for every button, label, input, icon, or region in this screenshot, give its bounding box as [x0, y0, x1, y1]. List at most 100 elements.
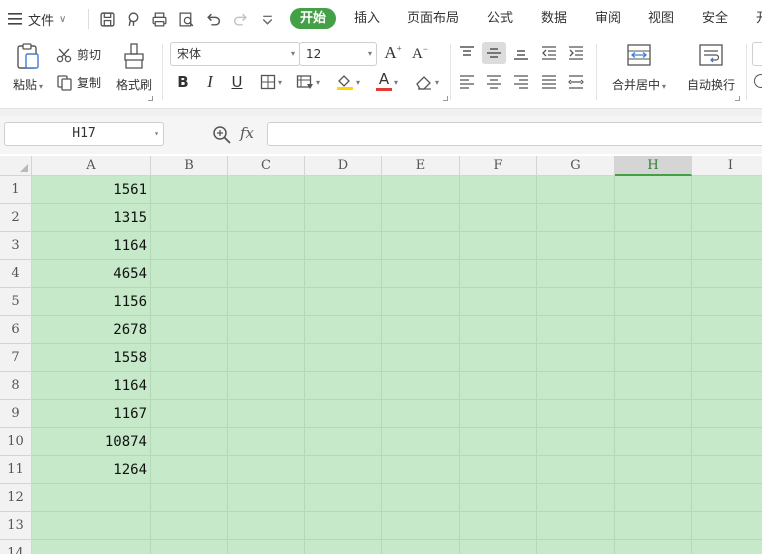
row-header-11[interactable]: 11: [0, 456, 32, 484]
formula-input[interactable]: [267, 122, 762, 146]
tab-review[interactable]: 审阅: [595, 10, 621, 28]
cell-a7[interactable]: 1558: [32, 344, 150, 372]
row-header-8[interactable]: 8: [0, 372, 32, 400]
justify-button[interactable]: [537, 71, 561, 93]
outdent-icon: [542, 46, 556, 60]
row-header-10[interactable]: 10: [0, 428, 32, 456]
row-header-5[interactable]: 5: [0, 288, 32, 316]
tab-formulas[interactable]: 公式: [487, 10, 513, 28]
align-top-button[interactable]: [455, 42, 479, 64]
merge-center-button[interactable]: 合并居中 ▾: [606, 42, 672, 93]
row-header-1[interactable]: 1: [0, 176, 32, 204]
align-left-button[interactable]: [455, 71, 479, 93]
row-header-7[interactable]: 7: [0, 344, 32, 372]
print-preview-icon[interactable]: [175, 8, 197, 30]
row-header-3[interactable]: 3: [0, 232, 32, 260]
column-header-h[interactable]: H: [615, 156, 692, 176]
wrap-text-button[interactable]: 自动换行: [680, 42, 742, 93]
alignment-group-launcher[interactable]: [735, 96, 740, 101]
cell-a10[interactable]: 10874: [32, 428, 150, 456]
currency-icon[interactable]: [754, 74, 762, 88]
align-right-icon: [514, 75, 528, 89]
row-header-13[interactable]: 13: [0, 512, 32, 540]
tab-developer[interactable]: 开: [756, 10, 762, 28]
row-header-12[interactable]: 12: [0, 484, 32, 512]
name-box[interactable]: H17 ▾: [4, 122, 164, 146]
column-header-a[interactable]: A: [32, 156, 151, 176]
tab-security[interactable]: 安全: [702, 10, 728, 28]
cell-a2[interactable]: 1315: [32, 204, 150, 232]
column-header-i[interactable]: I: [692, 156, 762, 176]
column-header-b[interactable]: B: [151, 156, 228, 176]
decrease-indent-button[interactable]: [537, 42, 561, 64]
column-header-g[interactable]: G: [537, 156, 615, 176]
align-bottom-button[interactable]: [509, 42, 533, 64]
borders-button[interactable]: ▾: [254, 71, 288, 93]
copy-button[interactable]: 复制: [56, 74, 101, 91]
italic-button[interactable]: I: [198, 71, 222, 93]
tab-data[interactable]: 数据: [541, 10, 567, 28]
underline-button[interactable]: U: [225, 71, 249, 93]
clear-format-button[interactable]: ▾: [410, 71, 444, 93]
spreadsheet-grid[interactable]: A B C D E F G H I 1 2 3 4 5 6 7 8 9 10 11 12 13 14 1561 1315 1164…: [0, 156, 762, 554]
select-all-button[interactable]: [0, 156, 32, 176]
font-group-launcher[interactable]: [443, 96, 448, 101]
row-header-2[interactable]: 2: [0, 204, 32, 232]
paste-label: 粘贴: [12, 78, 37, 92]
decrease-font-size-button[interactable]: A−: [408, 42, 432, 64]
cell-style-button[interactable]: ▾: [291, 71, 325, 93]
customize-toolbar-icon[interactable]: [256, 8, 278, 30]
copy-icon: [57, 74, 72, 91]
column-gridline: [227, 176, 228, 554]
row-header-6[interactable]: 6: [0, 316, 32, 344]
increase-indent-button[interactable]: [564, 42, 588, 64]
font-name-select[interactable]: 宋体 ▾: [170, 42, 300, 66]
insert-function-button[interactable]: fx: [240, 124, 254, 142]
cell-a5[interactable]: 1156: [32, 288, 150, 316]
cell-a3[interactable]: 1164: [32, 232, 150, 260]
decrease-font-icon: A−: [412, 43, 428, 62]
clipboard-group-launcher[interactable]: [148, 96, 153, 101]
number-format-select[interactable]: [752, 42, 762, 66]
tab-view[interactable]: 视图: [648, 10, 674, 28]
column-header-e[interactable]: E: [382, 156, 460, 176]
column-header-f[interactable]: F: [460, 156, 537, 176]
cell-a1[interactable]: 1561: [32, 176, 150, 204]
cell-a6[interactable]: 2678: [32, 316, 150, 344]
column-gridline: [150, 176, 151, 554]
font-size-select[interactable]: 12 ▾: [299, 42, 377, 66]
align-left-icon: [460, 75, 474, 89]
cell-a8[interactable]: 1164: [32, 372, 150, 400]
tab-page-layout[interactable]: 页面布局: [407, 10, 459, 28]
zoom-formula-icon[interactable]: [212, 125, 232, 145]
cell-a9[interactable]: 1167: [32, 400, 150, 428]
tab-home[interactable]: 开始: [290, 8, 337, 29]
column-header-d[interactable]: D: [305, 156, 382, 176]
distributed-icon: [568, 75, 584, 89]
paste-button[interactable]: 粘贴 ▾: [8, 42, 48, 93]
redo-icon[interactable]: [229, 8, 251, 30]
fill-color-button[interactable]: ▾: [331, 71, 365, 93]
row-header-4[interactable]: 4: [0, 260, 32, 288]
tab-insert[interactable]: 插入: [354, 10, 380, 28]
column-header-c[interactable]: C: [228, 156, 305, 176]
align-right-button[interactable]: [509, 71, 533, 93]
export-pdf-icon[interactable]: [122, 8, 144, 30]
save-icon[interactable]: [96, 8, 118, 30]
row-header-14[interactable]: 14: [0, 540, 32, 554]
distributed-align-button[interactable]: [564, 71, 588, 93]
align-center-button[interactable]: [482, 71, 506, 93]
format-painter-button[interactable]: 格式刷: [112, 42, 156, 93]
bold-button[interactable]: B: [171, 71, 195, 93]
row-header-9[interactable]: 9: [0, 400, 32, 428]
cell-a4[interactable]: 4654: [32, 260, 150, 288]
cut-button[interactable]: 剪切: [56, 46, 101, 63]
print-icon[interactable]: [148, 8, 170, 30]
border-icon: [260, 74, 276, 90]
file-menu[interactable]: 文件 ∨: [8, 9, 66, 29]
align-middle-button[interactable]: [482, 42, 506, 64]
increase-font-size-button[interactable]: A+: [381, 42, 405, 64]
undo-icon[interactable]: [202, 8, 224, 30]
font-color-button[interactable]: A ▾: [370, 71, 404, 93]
cell-a11[interactable]: 1264: [32, 456, 150, 484]
